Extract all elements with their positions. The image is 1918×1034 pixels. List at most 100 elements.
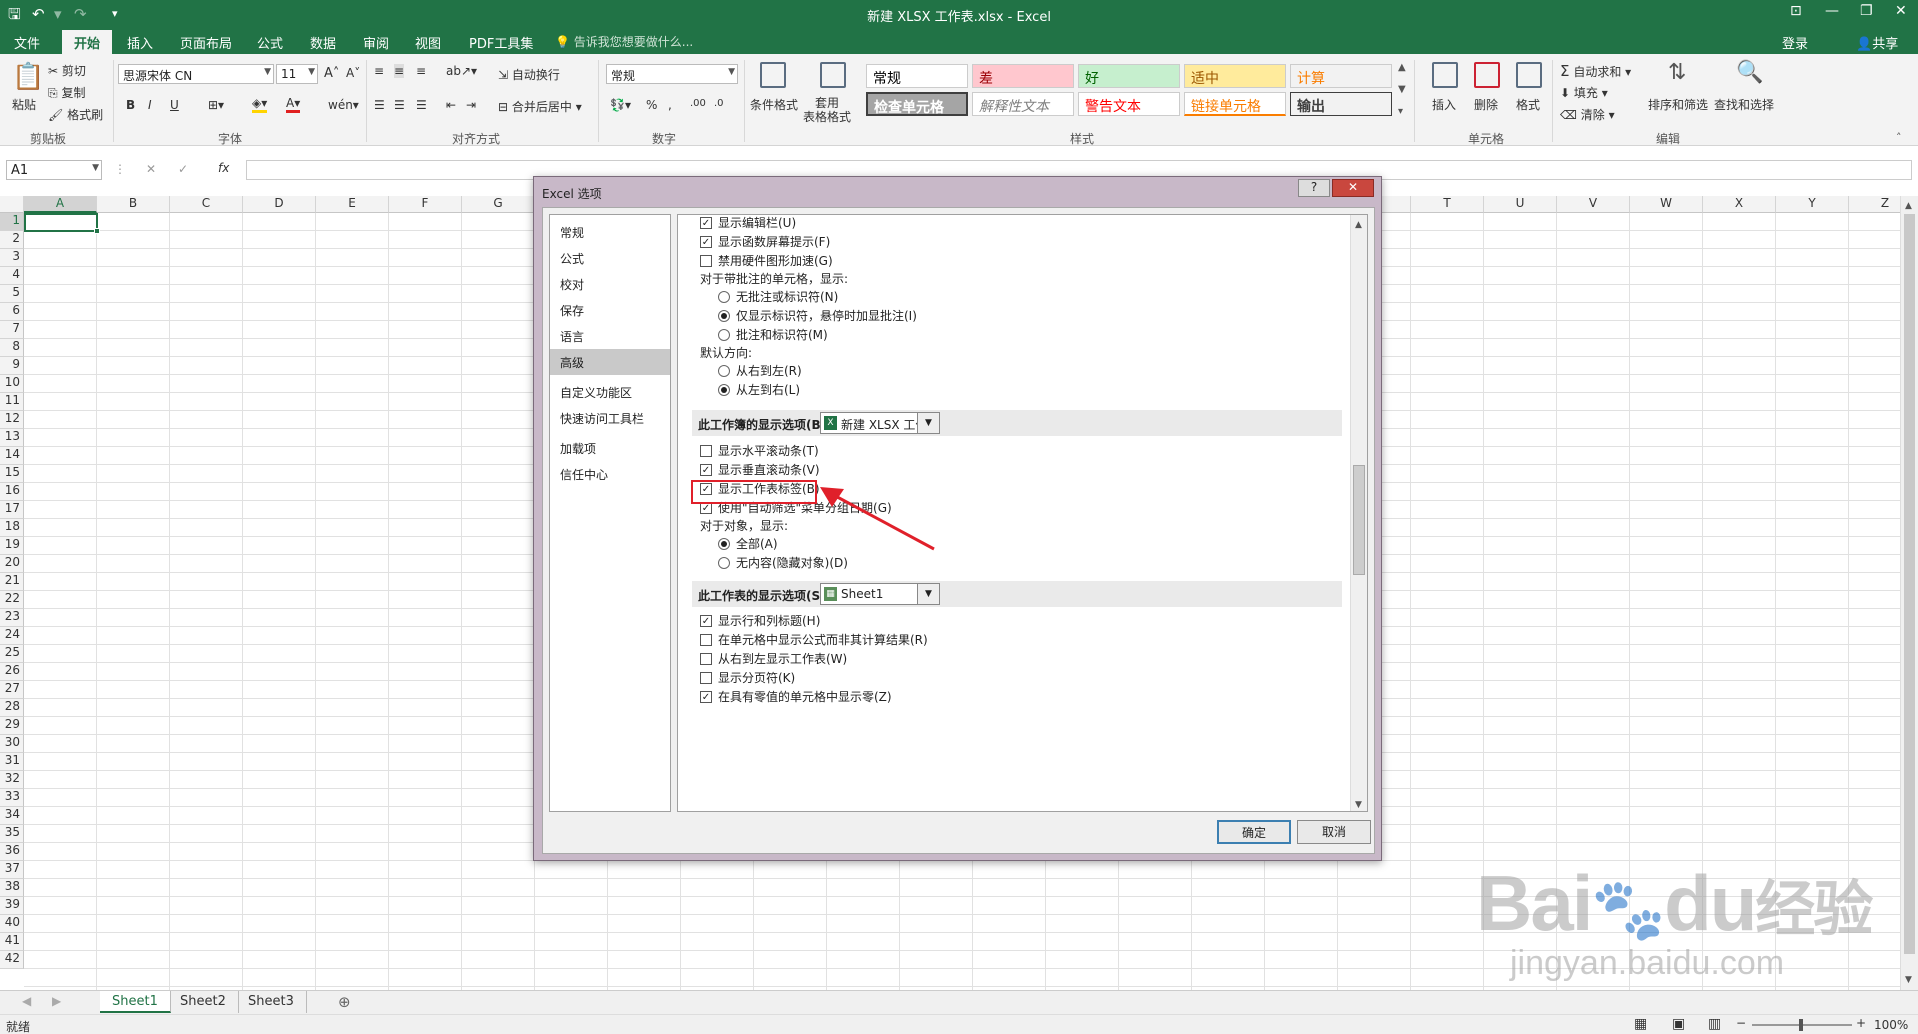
radio-label[interactable]: 无批注或标识符(N): [736, 289, 838, 305]
checkbox[interactable]: ✓: [700, 217, 712, 229]
nav-item[interactable]: 常规: [550, 219, 670, 245]
row-header[interactable]: 27: [0, 681, 24, 699]
gallery-down-icon[interactable]: ▼: [1398, 82, 1406, 98]
enter-icon[interactable]: ✓: [178, 162, 188, 176]
sheet-combo[interactable]: ▦ Sheet1 ▼: [820, 583, 940, 605]
advanced-options-pane[interactable]: ✓ 显示编辑栏(U) ✓ 显示函数屏幕提示(F) 禁用硬件图形加速(G) 对于带批注的单元…: [677, 214, 1368, 812]
fill-button[interactable]: ⬇ 填充 ▾: [1560, 84, 1608, 101]
scroll-down-icon[interactable]: ▼: [1355, 797, 1362, 811]
autosum-button[interactable]: Σ 自动求和 ▾: [1560, 62, 1631, 80]
cell-style-item[interactable]: 输出: [1290, 92, 1392, 116]
copy-button[interactable]: ⎘ 复制: [48, 84, 85, 101]
checkbox[interactable]: ✓: [700, 464, 712, 476]
insert-cells-button[interactable]: 插入: [1432, 96, 1456, 113]
tab-file[interactable]: 文件: [14, 33, 40, 52]
row-header[interactable]: 29: [0, 717, 24, 735]
radio-button[interactable]: [718, 538, 730, 550]
row-header[interactable]: 24: [0, 627, 24, 645]
prev-sheet-icon[interactable]: ◀: [22, 994, 31, 1008]
format-painter-button[interactable]: 🖌 格式刷: [48, 106, 103, 123]
row-header[interactable]: 32: [0, 771, 24, 789]
collapse-ribbon-icon[interactable]: ˄: [1896, 130, 1902, 146]
fill-handle[interactable]: [94, 228, 100, 234]
row-header[interactable]: 3: [0, 249, 24, 267]
align-left-icon[interactable]: ☰: [374, 98, 385, 112]
zoom-slider-thumb[interactable]: [1799, 1019, 1803, 1031]
row-header[interactable]: 6: [0, 303, 24, 321]
tell-me-box[interactable]: 💡 告诉我您想要做什么...: [555, 33, 693, 50]
align-middle-icon[interactable]: ≡: [394, 64, 405, 78]
paste-icon[interactable]: 📋: [12, 64, 44, 90]
row-header[interactable]: 14: [0, 447, 24, 465]
row-header[interactable]: 35: [0, 825, 24, 843]
cell-style-item[interactable]: 差: [972, 64, 1074, 88]
nav-item[interactable]: 加载项: [550, 435, 670, 461]
cancel-button[interactable]: 取消: [1297, 820, 1371, 844]
row-header[interactable]: 26: [0, 663, 24, 681]
bold-icon[interactable]: B: [126, 98, 135, 112]
ok-button[interactable]: 确定: [1217, 820, 1291, 844]
cell-style-item[interactable]: 解释性文本: [972, 92, 1074, 116]
row-header[interactable]: 21: [0, 573, 24, 591]
tab-home[interactable]: 开始: [62, 30, 113, 54]
row-header[interactable]: 12: [0, 411, 24, 429]
cut-button[interactable]: ✂ 剪切: [48, 62, 86, 79]
chevron-down-icon[interactable]: ▼: [917, 413, 939, 433]
workbook-combo[interactable]: X 新建 XLSX 工作... ▼: [820, 412, 940, 434]
nav-item[interactable]: 自定义功能区: [550, 379, 670, 405]
radio-label[interactable]: 批注和标识符(M): [736, 327, 828, 343]
cell-style-item[interactable]: 好: [1078, 64, 1180, 88]
align-center-icon[interactable]: ☰: [394, 98, 405, 112]
nav-item[interactable]: 信任中心: [550, 461, 670, 487]
magnifier-icon[interactable]: 🔍: [1736, 62, 1763, 84]
row-header[interactable]: 39: [0, 897, 24, 915]
tab-data[interactable]: 数据: [310, 33, 336, 52]
row-header[interactable]: 41: [0, 933, 24, 951]
close-icon[interactable]: ✕: [1332, 179, 1374, 197]
checkbox-label[interactable]: 显示编辑栏(U): [718, 215, 796, 231]
page-break-view-icon[interactable]: ▥: [1708, 1016, 1721, 1032]
row-header[interactable]: 13: [0, 429, 24, 447]
italic-icon[interactable]: I: [148, 98, 152, 112]
row-header[interactable]: 33: [0, 789, 24, 807]
row-header[interactable]: 20: [0, 555, 24, 573]
cell-style-item[interactable]: 常规: [866, 64, 968, 88]
row-header[interactable]: 15: [0, 465, 24, 483]
delete-cells-button[interactable]: 删除: [1474, 96, 1498, 113]
row-header[interactable]: 30: [0, 735, 24, 753]
login-link[interactable]: 登录: [1782, 33, 1808, 52]
checkbox[interactable]: [700, 672, 712, 684]
scroll-up-icon[interactable]: ▲: [1355, 217, 1362, 233]
checkbox-label[interactable]: 显示函数屏幕提示(F): [718, 234, 830, 250]
table-format-icon[interactable]: [820, 62, 846, 88]
font-size-combo[interactable]: 11 ▼: [276, 64, 318, 84]
row-header[interactable]: 38: [0, 879, 24, 897]
tab-page-layout[interactable]: 页面布局: [180, 33, 232, 52]
row-header[interactable]: 18: [0, 519, 24, 537]
currency-icon[interactable]: 💱▾: [610, 98, 631, 112]
radio-button[interactable]: [718, 329, 730, 341]
options-scrollbar[interactable]: ▲ ▼: [1350, 215, 1367, 811]
radio-label[interactable]: 仅显示标识符，悬停时加显批注(I): [736, 308, 917, 324]
nav-item[interactable]: 公式: [550, 245, 670, 271]
tab-formulas[interactable]: 公式: [257, 33, 283, 52]
nav-item[interactable]: 快速访问工具栏: [550, 405, 670, 431]
row-header[interactable]: 31: [0, 753, 24, 771]
phonetic-icon[interactable]: wén▾: [328, 98, 359, 112]
clear-button[interactable]: ⌫ 清除 ▾: [1560, 106, 1615, 123]
column-header[interactable]: D: [243, 196, 316, 213]
page-layout-view-icon[interactable]: ▣: [1672, 1016, 1685, 1032]
row-header[interactable]: 1: [0, 213, 24, 231]
scroll-down-icon[interactable]: ▼: [1905, 972, 1912, 988]
row-header[interactable]: 10: [0, 375, 24, 393]
font-name-combo[interactable]: 思源宋体 CN ▼: [118, 64, 274, 84]
checkbox[interactable]: ✓: [700, 691, 712, 703]
checkbox[interactable]: [700, 653, 712, 665]
radio-button[interactable]: [718, 291, 730, 303]
increase-indent-icon[interactable]: ⇥: [466, 98, 476, 112]
help-icon[interactable]: ?: [1298, 179, 1330, 197]
decrease-decimal-icon[interactable]: .0: [714, 98, 724, 109]
align-top-icon[interactable]: ≡: [374, 64, 384, 78]
radio-label[interactable]: 全部(A): [736, 536, 778, 552]
border-icon[interactable]: ⊞▾: [208, 98, 224, 112]
